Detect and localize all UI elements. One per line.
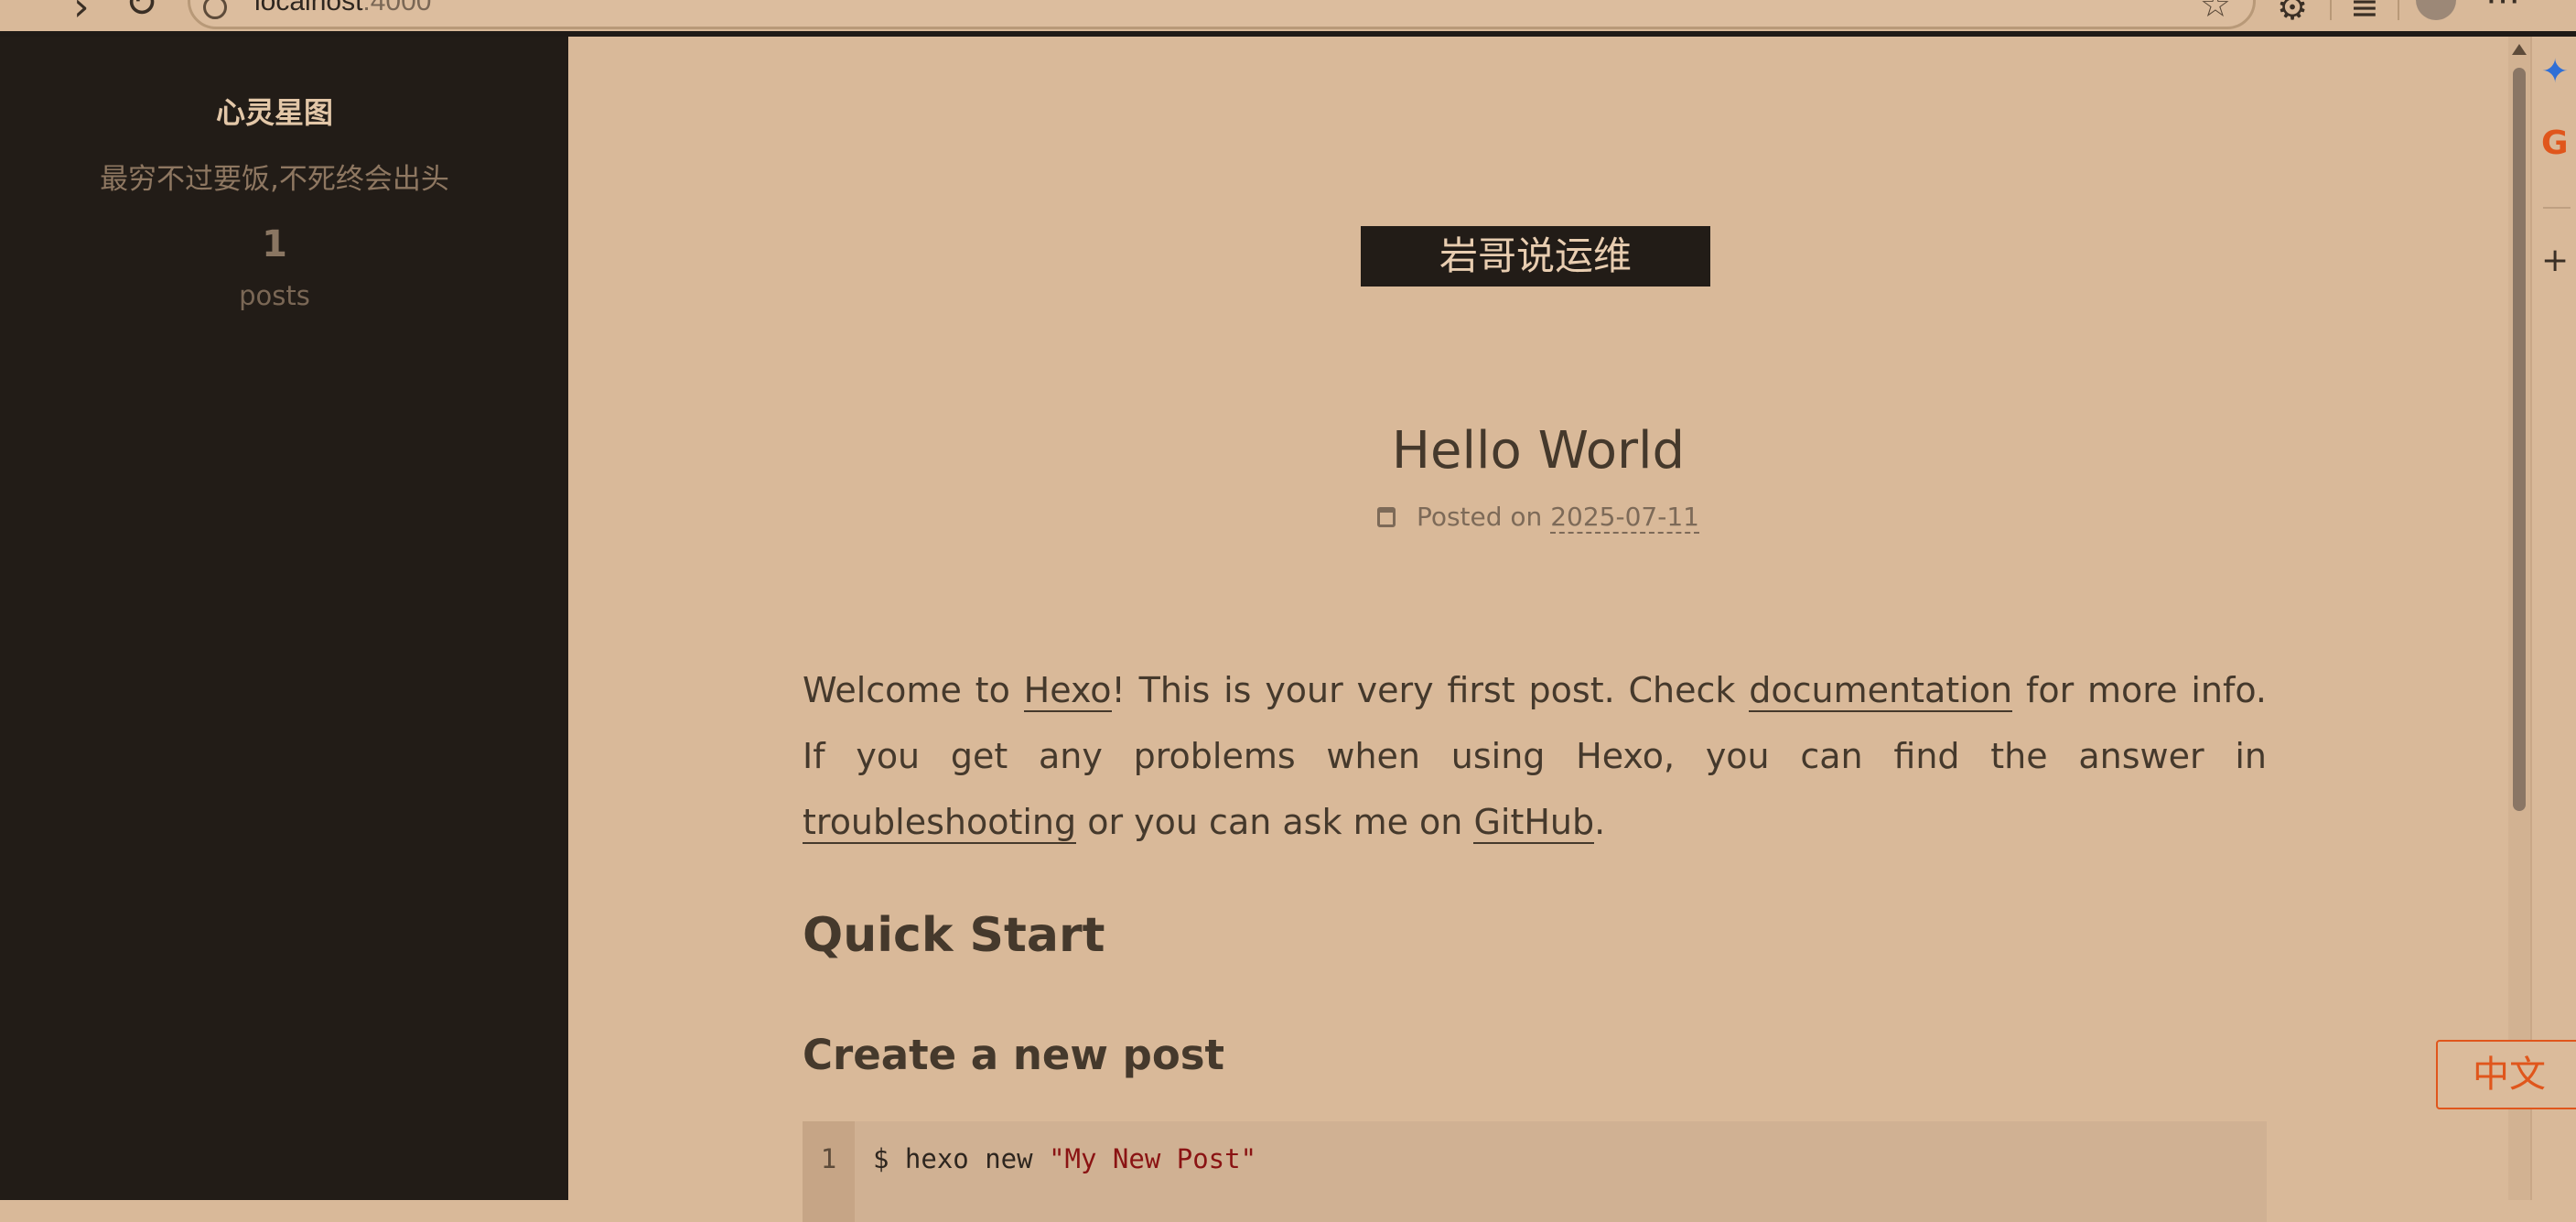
vertical-scrollbar[interactable] xyxy=(2508,37,2530,1200)
panel-divider xyxy=(2543,207,2571,209)
toolbar-divider xyxy=(2398,0,2399,20)
translate-button[interactable]: 中文 xyxy=(2436,1040,2576,1109)
posts-count[interactable]: 1 xyxy=(0,223,549,265)
intro-text: . xyxy=(1594,802,1606,842)
profile-avatar[interactable] xyxy=(2416,0,2456,20)
google-icon[interactable]: G xyxy=(2541,124,2569,162)
url-text[interactable]: localhost:4000 xyxy=(254,0,431,17)
arrow-right-icon[interactable]: › xyxy=(73,0,90,30)
address-bar[interactable]: localhost:4000 ☆ xyxy=(188,0,2256,29)
post-meta: Posted on 2025-07-11 xyxy=(568,502,2508,534)
code-line-number: 1 xyxy=(803,1121,855,1222)
reading-list-icon[interactable]: ≡ xyxy=(2350,0,2379,27)
sidebar: 心灵星图 最穷不过要饭,不死终会出头 1 posts xyxy=(0,37,568,1200)
scroll-up-icon[interactable] xyxy=(2512,44,2527,55)
post-intro: Welcome to Hexo! This is your very first… xyxy=(803,657,2267,855)
posts-label[interactable]: posts xyxy=(0,280,549,311)
more-menu-icon[interactable]: ⋯ xyxy=(2485,0,2520,20)
calendar-icon xyxy=(1377,507,1396,527)
reload-icon[interactable]: ↻ xyxy=(124,0,158,27)
post-date[interactable]: 2025-07-11 xyxy=(1550,502,1699,534)
intro-text: or you can ask me on xyxy=(1076,802,1474,842)
site-subtitle: 最穷不过要饭,不死终会出头 xyxy=(100,163,449,196)
github-link[interactable]: GitHub xyxy=(1473,802,1595,844)
add-icon[interactable]: + xyxy=(2541,242,2569,279)
heading-quick-start: Quick Start xyxy=(803,908,1105,963)
posted-on-label: Posted on xyxy=(1416,502,1543,532)
intro-text: Welcome to xyxy=(803,670,1024,710)
code-command: $ hexo new xyxy=(873,1143,1050,1174)
site-brand[interactable]: 岩哥说运维 xyxy=(1361,226,1710,287)
hexo-link[interactable]: Hexo xyxy=(1023,670,1112,712)
intro-text: ! This is your very first post. Check xyxy=(1111,670,1750,710)
main-content: 岩哥说运维 Hello World Posted on 2025-07-11 W… xyxy=(568,37,2508,1222)
copilot-icon[interactable]: ✦ xyxy=(2541,53,2569,91)
browser-side-panel: ✦ G + xyxy=(2530,37,2576,1200)
documentation-link[interactable]: documentation xyxy=(1749,670,2013,712)
post-title[interactable]: Hello World xyxy=(568,421,2508,481)
code-string: "My New Post" xyxy=(1049,1143,1257,1174)
site-title[interactable]: 心灵星图 xyxy=(0,90,549,132)
code-block: 1 $ hexo new "My New Post" xyxy=(803,1121,2267,1222)
browser-toolbar: › ↻ localhost:4000 ☆ ⚙ ≡ ⋯ xyxy=(0,0,2576,37)
code-line[interactable]: $ hexo new "My New Post" xyxy=(873,1121,1256,1196)
troubleshooting-link[interactable]: troubleshooting xyxy=(803,802,1077,844)
site-info-icon[interactable] xyxy=(203,0,227,19)
heading-create-post: Create a new post xyxy=(803,1031,1225,1079)
scrollbar-thumb[interactable] xyxy=(2513,68,2526,811)
extensions-icon[interactable]: ⚙ xyxy=(2277,0,2308,27)
star-icon[interactable]: ☆ xyxy=(2200,0,2231,25)
toolbar-divider xyxy=(2330,0,2332,20)
